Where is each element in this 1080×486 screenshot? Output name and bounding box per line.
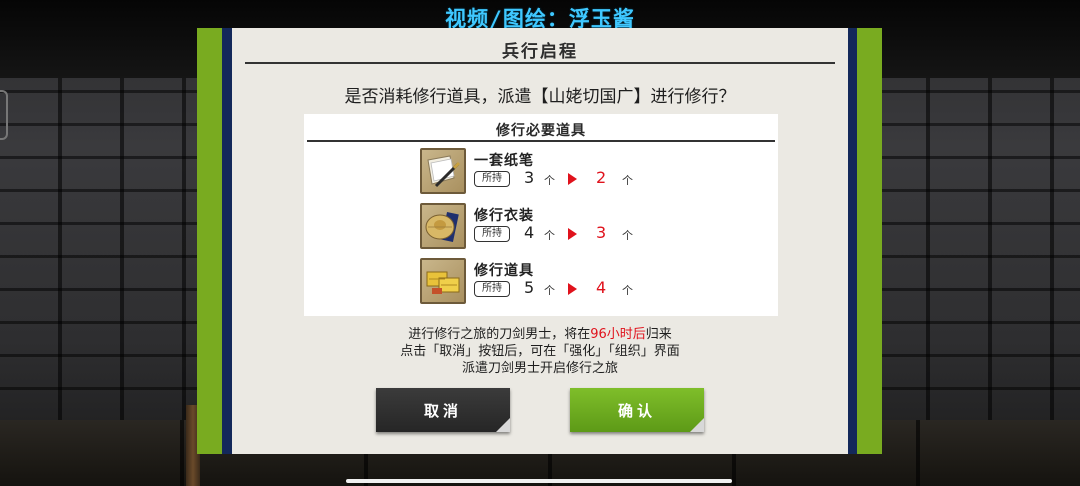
dialog-frame-left-navy <box>222 28 232 454</box>
notes-line-1-text: 进行修行之旅的刀剑男士，将在 <box>408 327 591 342</box>
required-items-header: 修行必要道具 <box>496 123 586 139</box>
dialog-frame-left-green <box>197 28 222 454</box>
remaining-count: 3 <box>596 223 607 242</box>
arrow-right-icon <box>568 283 577 295</box>
cancel-button[interactable]: 取消 <box>376 388 510 432</box>
count-unit: 个 <box>544 284 555 297</box>
paper-brush-icon <box>420 148 466 194</box>
required-item: 一套纸笔 所持 3 个 2 个 <box>420 148 750 198</box>
button-corner-decoration <box>496 418 510 432</box>
return-time-highlight: 96小时后 <box>590 327 646 342</box>
owned-badge: 所持 <box>474 171 510 187</box>
dialog-frame-right-green <box>857 28 882 454</box>
dialog-prompt: 是否消耗修行道具，派遣【山姥切国广】进行修行？ <box>344 87 736 107</box>
owned-badge: 所持 <box>474 281 510 297</box>
required-item: 修行道具 所持 5 个 4 个 <box>420 258 750 308</box>
item-name: 修行道具 <box>474 263 534 279</box>
dialog-title-area: 兵行启程 <box>232 28 848 64</box>
required-item: 修行衣装 所持 4 个 3 个 <box>420 203 750 253</box>
required-items-panel: 修行必要道具 一套纸笔 所持 3 个 2 个 修行衣装 所持 4 个 3 个 修… <box>304 114 778 316</box>
count-unit: 个 <box>544 229 555 242</box>
side-tab-handle <box>0 90 8 140</box>
notes-line-1-suffix: 归来 <box>645 327 672 342</box>
button-corner-decoration <box>690 418 704 432</box>
title-divider <box>245 62 835 64</box>
dialog-title: 兵行启程 <box>502 42 578 62</box>
notes-line-2: 点击「取消」按钮后，可在「强化」「组织」界面 <box>400 344 680 359</box>
confirm-button-label: 确认 <box>617 401 656 420</box>
confirm-button[interactable]: 确认 <box>570 388 704 432</box>
arrow-right-icon <box>568 228 577 240</box>
required-items-divider <box>307 140 775 142</box>
count-unit: 个 <box>622 284 633 297</box>
remaining-count: 4 <box>596 278 607 297</box>
remaining-count: 2 <box>596 168 607 187</box>
owned-count: 5 <box>524 278 535 297</box>
travel-tools-icon <box>420 258 466 304</box>
count-unit: 个 <box>544 174 555 187</box>
count-unit: 个 <box>622 174 633 187</box>
owned-badge: 所持 <box>474 226 510 242</box>
owned-count: 3 <box>524 168 535 187</box>
travel-hat-icon <box>420 203 466 249</box>
count-unit: 个 <box>622 229 633 242</box>
item-name: 修行衣装 <box>474 208 534 224</box>
training-notes: 进行修行之旅的刀剑男士，将在96小时后归来 点击「取消」按钮后，可在「强化」「组… <box>232 326 848 377</box>
arrow-right-icon <box>568 173 577 185</box>
item-name: 一套纸笔 <box>474 153 534 169</box>
notes-line-3: 派遣刀剑男士开启修行之旅 <box>461 361 618 376</box>
home-indicator-bar[interactable] <box>346 479 732 483</box>
notes-line-1: 进行修行之旅的刀剑男士，将在96小时后归来 <box>232 326 848 343</box>
dialog-frame-right-navy <box>848 28 857 454</box>
cancel-button-label: 取消 <box>423 401 462 420</box>
owned-count: 4 <box>524 223 535 242</box>
training-confirm-dialog: 兵行启程 是否消耗修行道具，派遣【山姥切国广】进行修行？ 修行必要道具 一套纸笔… <box>232 28 848 454</box>
